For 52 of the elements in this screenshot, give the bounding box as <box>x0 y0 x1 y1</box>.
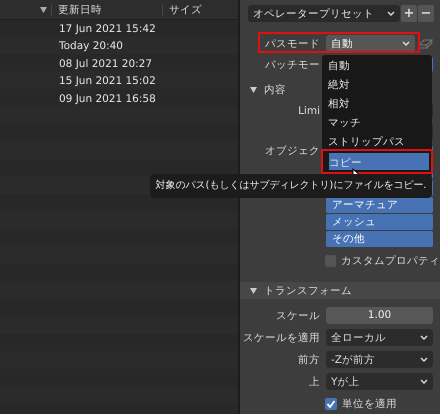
field-label: パスモード <box>264 36 321 50</box>
toggle-button[interactable]: アーマチュア <box>326 197 433 213</box>
section-header[interactable]: トランスフォーム <box>240 282 440 299</box>
menu-item[interactable]: 自動 <box>324 57 430 76</box>
toggle-button[interactable]: その他 <box>326 231 433 247</box>
caret-icon <box>420 378 428 384</box>
checkbox-label: カスタムプロパティ <box>341 254 440 268</box>
dropdown-value: -Zが前方 <box>331 352 375 366</box>
dropdown-value: オペレータープリセット <box>253 6 374 20</box>
field-label: Limi <box>297 104 321 116</box>
section-title: トランスフォーム <box>264 284 352 298</box>
column-heading[interactable]: 更新日時 <box>58 2 102 16</box>
menu-item[interactable]: 絶対 <box>324 76 430 95</box>
sort-triangle-icon <box>40 6 47 12</box>
caret-icon <box>402 40 410 46</box>
field-label: スケール <box>275 308 321 322</box>
field-label: 前方 <box>297 352 321 366</box>
field-label: 上 <box>308 374 321 388</box>
date-cell: 15 Jun 2021 15:02 <box>59 75 156 88</box>
caret-icon <box>387 10 395 16</box>
date-cell: 08 Jul 2021 20:27 <box>59 58 152 70</box>
menu-item[interactable]: コピー <box>321 149 433 174</box>
column-heading[interactable]: サイズ <box>169 2 202 16</box>
menu-item[interactable]: マッチ <box>324 114 430 133</box>
date-cell: 17 Jun 2021 15:42 <box>59 22 156 35</box>
path-mode-dropdown[interactable]: 自動 <box>326 35 416 52</box>
toggle-button[interactable]: メッシュ <box>326 214 433 230</box>
tooltip: 対象のパス(もしくはサブディレクトリ)にファイルをコピー. <box>150 174 432 198</box>
menu-item[interactable]: 相対 <box>324 95 430 114</box>
eraser-icon <box>418 38 433 49</box>
dropdown[interactable]: 全ローカル <box>326 329 433 346</box>
section-title: 内容 <box>264 82 286 96</box>
field-label: オブジェク <box>264 144 321 159</box>
caret-icon <box>420 356 428 362</box>
dropdown[interactable]: Yが上 <box>326 373 433 390</box>
dropdown-value: Yが上 <box>331 374 360 388</box>
dropdown[interactable]: -Zが前方 <box>326 351 433 368</box>
preset-dropdown[interactable]: オペレータープリセット <box>248 5 400 22</box>
add-button[interactable]: + <box>401 5 417 22</box>
field-label: バッチモー <box>264 58 321 72</box>
date-cell: 09 Jun 2021 16:58 <box>59 92 156 105</box>
checkbox[interactable] <box>325 398 337 410</box>
field-label: スケールを適用 <box>242 330 321 344</box>
caret-icon <box>420 334 428 340</box>
dropdown-value: 自動 <box>331 36 353 50</box>
menu-item[interactable]: ストリップパス <box>324 133 430 152</box>
remove-button[interactable]: − <box>418 5 434 22</box>
number-field[interactable]: 1.00 <box>326 307 433 324</box>
dropdown-value: 全ローカル <box>331 330 386 344</box>
date-cell: Today 20:40 <box>59 40 123 52</box>
checkbox-label: 単位を適用 <box>342 397 397 411</box>
checkmark-icon <box>326 399 336 409</box>
